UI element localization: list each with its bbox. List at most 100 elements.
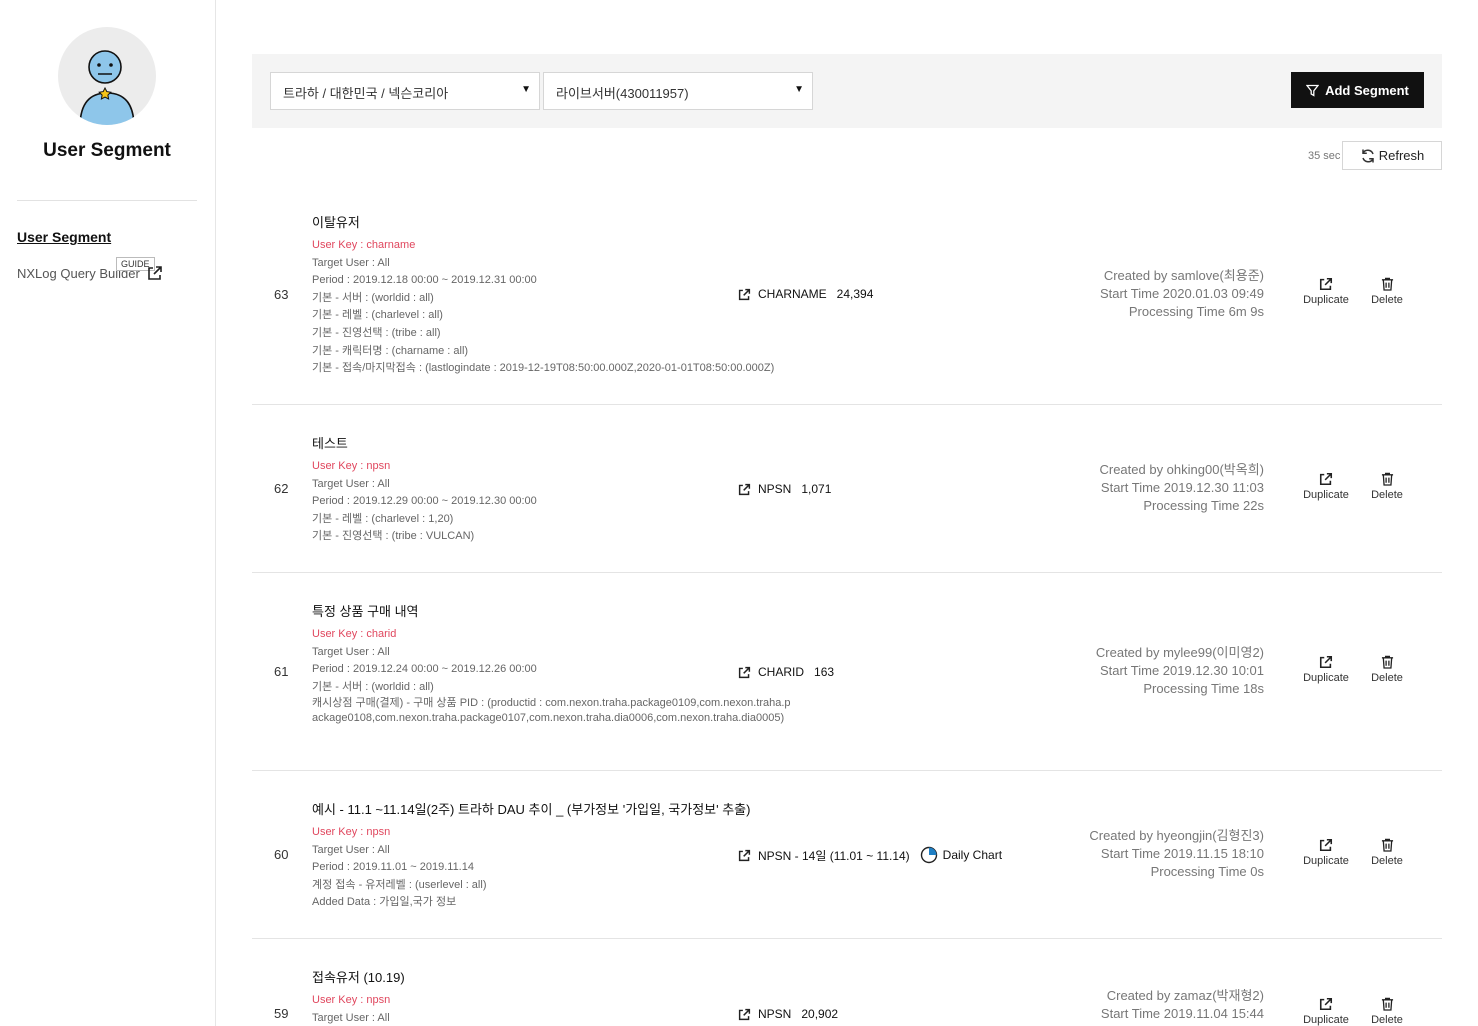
duplicate-button[interactable]: Duplicate	[1296, 997, 1356, 1026]
segment-result[interactable]: NPSN 20,902	[738, 1007, 838, 1021]
duplicate-label: Duplicate	[1303, 489, 1349, 501]
pie-chart-icon	[920, 846, 937, 864]
avatar	[58, 27, 156, 125]
detail-line: Target User : All	[312, 1011, 390, 1024]
detail-line: Target User : All	[312, 477, 390, 490]
segment-count: 20,902	[801, 1007, 839, 1021]
segment-row: 61 특정 상품 구매 내역 User Key : charid Target …	[252, 573, 1442, 771]
trash-icon	[1381, 277, 1393, 291]
start-time: Start Time 2020.01.03 09:49	[1099, 286, 1264, 301]
duplicate-button[interactable]: Duplicate	[1296, 277, 1356, 306]
game-select[interactable]: 트라하 / 대한민국 / 넥슨코리아 ▼	[270, 72, 540, 110]
segment-name: 예시 - 11.1 ~11.14일(2주) 트라하 DAU 추이 _ (부가정보…	[312, 802, 751, 817]
server-select[interactable]: 라이브서버(430011957) ▼	[543, 72, 813, 110]
segment-name: 접속유저 (10.19)	[312, 970, 405, 985]
sidebar-item-user-segment[interactable]: User Segment	[17, 229, 111, 245]
delete-label: Delete	[1371, 489, 1403, 501]
segment-key-label: NPSN	[758, 1007, 792, 1021]
delete-button[interactable]: Delete	[1357, 472, 1417, 501]
segment-row: 59 접속유저 (10.19) User Key : npsn Target U…	[252, 939, 1442, 1026]
detail-line: Period : 2019.12.24 00:00 ~ 2019.12.26 0…	[312, 663, 537, 676]
duplicate-icon	[1319, 838, 1333, 852]
segment-details: User Key : npsn Target User : All Period…	[312, 458, 792, 546]
duplicate-label: Duplicate	[1303, 1014, 1349, 1026]
delete-label: Delete	[1371, 1014, 1403, 1026]
segment-row: 63 이탈유저 User Key : charname Target User …	[252, 204, 1442, 405]
segment-key-label: NPSN	[758, 482, 792, 496]
duplicate-button[interactable]: Duplicate	[1296, 838, 1356, 867]
duplicate-icon	[1319, 997, 1333, 1011]
segment-row: 60 예시 - 11.1 ~11.14일(2주) 트라하 DAU 추이 _ (부…	[252, 771, 1442, 939]
segment-result[interactable]: CHARID 163	[738, 665, 834, 679]
refresh-icon	[1361, 148, 1374, 163]
dropdown-arrow-icon: ▼	[794, 84, 804, 95]
detail-line: 기본 - 진영선택 : (tribe : VULCAN)	[312, 530, 475, 543]
segment-meta: Created by samlove(최용준) Start Time 2020.…	[1100, 267, 1264, 321]
external-link-icon	[738, 483, 751, 495]
segment-row: 62 테스트 User Key : npsn Target User : All…	[252, 405, 1442, 573]
created-by: Created by zamaz(박재형2)	[1106, 988, 1264, 1003]
filter-bar: 트라하 / 대한민국 / 넥슨코리아 ▼ 라이브서버(430011957) ▼ …	[252, 54, 1442, 128]
detail-line: 계정 접속 - 유저레벨 : (userlevel : all)	[312, 878, 487, 891]
delete-button[interactable]: Delete	[1357, 838, 1417, 867]
detail-line: 기본 - 서버 : (worldid : all)	[312, 680, 434, 693]
segment-id: 59	[274, 1006, 289, 1021]
detail-line: Target User : All	[312, 645, 390, 658]
user-key: User Key : charid	[312, 628, 397, 640]
delete-button[interactable]: Delete	[1357, 997, 1417, 1026]
segment-count: 163	[814, 665, 835, 679]
processing-time: Processing Time 6m 9s	[1128, 304, 1264, 319]
add-segment-button[interactable]: Add Segment	[1291, 72, 1424, 108]
sidebar: User Segment User Segment NXLog Query Bu…	[0, 0, 216, 1026]
detail-line: Added Data : 가입일,국가 정보	[312, 896, 457, 909]
segment-meta: Created by zamaz(박재형2) Start Time 2019.1…	[1101, 987, 1264, 1023]
segment-details: User Key : npsn Target User : All Period…	[312, 824, 792, 912]
delete-button[interactable]: Delete	[1357, 277, 1417, 306]
daily-chart-label: Daily Chart	[942, 848, 1003, 862]
start-time: Start Time 2019.11.04 15:44	[1100, 1006, 1264, 1021]
detail-line: Period : 2019.12.29 00:00 ~ 2019.12.30 0…	[312, 495, 537, 508]
created-by: Created by samlove(최용준)	[1103, 268, 1264, 283]
detail-line: Target User : All	[312, 843, 390, 856]
detail-line: 기본 - 서버 : (worldid : all)	[312, 291, 434, 304]
delete-button[interactable]: Delete	[1357, 655, 1417, 684]
page-title: User Segment	[43, 140, 171, 161]
refresh-elapsed: 35 sec	[1308, 150, 1341, 162]
external-link-icon[interactable]	[147, 265, 163, 286]
detail-line: 캐시상점 구매(결제) - 구매 상품 PID : (productid : c…	[312, 697, 791, 725]
trash-icon	[1381, 655, 1393, 669]
start-time: Start Time 2019.12.30 10:01	[1099, 663, 1264, 678]
segment-meta: Created by mylee99(이미영2) Start Time 2019…	[1096, 644, 1264, 698]
segment-id: 61	[274, 664, 289, 679]
segment-meta: Created by ohking00(박옥희) Start Time 2019…	[1099, 461, 1264, 515]
user-key: User Key : npsn	[312, 826, 391, 838]
duplicate-icon	[1319, 655, 1333, 669]
processing-time: Processing Time 18s	[1143, 681, 1264, 696]
start-time: Start Time 2019.11.15 18:10	[1100, 846, 1264, 861]
user-key: User Key : npsn	[312, 994, 391, 1006]
detail-line: 기본 - 레벨 : (charlevel : all)	[312, 309, 443, 322]
delete-label: Delete	[1371, 672, 1403, 684]
external-link-icon	[738, 1008, 751, 1020]
trash-icon	[1381, 472, 1393, 486]
segment-name: 테스트	[312, 436, 348, 451]
segment-details: User Key : npsn Target User : All	[312, 992, 792, 1026]
segment-meta: Created by hyeongjin(김형진3) Start Time 20…	[1089, 827, 1264, 881]
detail-line: 기본 - 캐릭터명 : (charname : all)	[312, 344, 469, 357]
duplicate-button[interactable]: Duplicate	[1296, 472, 1356, 501]
duplicate-label: Duplicate	[1303, 855, 1349, 867]
detail-line: 기본 - 진영선택 : (tribe : all)	[312, 326, 441, 339]
user-avatar-icon	[79, 50, 135, 125]
detail-line: 기본 - 레벨 : (charlevel : 1,20)	[312, 512, 454, 525]
segment-result[interactable]: NPSN - 14일 (11.01 ~ 11.14) Daily Chart	[738, 846, 1002, 864]
segment-key-label: NPSN - 14일 (11.01 ~ 11.14)	[758, 848, 910, 863]
created-by: Created by mylee99(이미영2)	[1095, 645, 1264, 660]
add-segment-label: Add Segment	[1325, 82, 1409, 98]
start-time: Start Time 2019.12.30 11:03	[1100, 480, 1264, 495]
segment-result[interactable]: NPSN 1,071	[738, 482, 831, 496]
duplicate-button[interactable]: Duplicate	[1296, 655, 1356, 684]
segment-result[interactable]: CHARNAME 24,394	[738, 287, 873, 301]
daily-chart-button[interactable]: Daily Chart	[920, 846, 1002, 864]
external-link-icon	[738, 666, 751, 678]
refresh-button[interactable]: Refresh	[1342, 141, 1442, 170]
